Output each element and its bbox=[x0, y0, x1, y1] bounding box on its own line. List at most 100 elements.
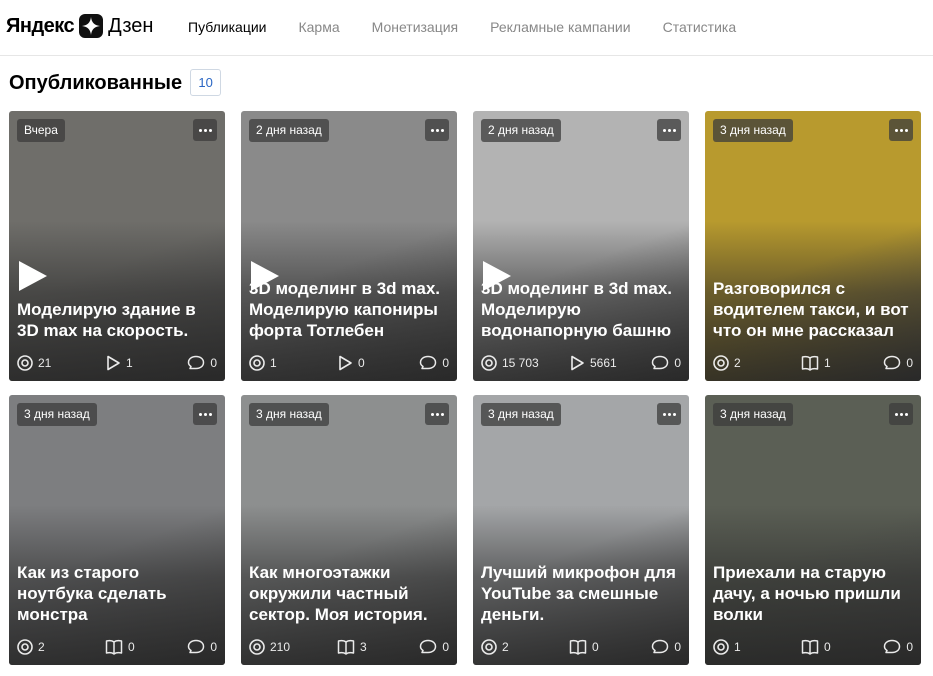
reads-count: 0 bbox=[592, 640, 599, 654]
video-play-icon bbox=[19, 261, 47, 291]
views-stat: 1 bbox=[249, 355, 337, 371]
plays-count: 1 bbox=[126, 356, 133, 370]
yandex-zen-logo[interactable]: Яндекс Дзен bbox=[6, 13, 153, 39]
views-stat: 2 bbox=[481, 639, 569, 655]
card-title: Моделирую здание в 3D max на скорость. bbox=[17, 300, 196, 340]
zen-star-icon bbox=[79, 14, 104, 38]
comments-count: 0 bbox=[442, 356, 449, 370]
dot-icon bbox=[440, 128, 444, 132]
dot-icon bbox=[899, 128, 903, 132]
dot-icon bbox=[894, 128, 898, 132]
main-nav: Публикации Карма Монетизация Рекламные камп… bbox=[188, 18, 768, 36]
views-stat: 21 bbox=[17, 355, 105, 371]
dot-icon bbox=[430, 128, 434, 132]
dot-icon bbox=[894, 412, 898, 416]
dot-icon bbox=[198, 412, 202, 416]
card-more-button[interactable] bbox=[425, 119, 449, 141]
views-count: 1 bbox=[734, 640, 741, 654]
views-stat: 2 bbox=[17, 639, 105, 655]
publication-card[interactable]: 3 дня назад Разговорился с водителем такс… bbox=[705, 111, 921, 381]
publication-card[interactable]: Вчера Моделирую здание в 3D max на скорос… bbox=[9, 111, 225, 381]
card-more-button[interactable] bbox=[657, 119, 681, 141]
card-stats: 15 703 5661 0 bbox=[481, 355, 681, 371]
comments-count: 0 bbox=[210, 356, 217, 370]
card-stats: 2 0 0 bbox=[17, 639, 217, 655]
book-icon bbox=[801, 355, 824, 371]
card-more-button[interactable] bbox=[889, 119, 913, 141]
comments-stat: 0 bbox=[883, 639, 913, 655]
card-more-button[interactable] bbox=[425, 403, 449, 425]
views-count: 210 bbox=[270, 640, 291, 654]
card-stats: 2 1 0 bbox=[713, 355, 913, 371]
publication-card[interactable]: 2 дня назад 3D моделинг в 3d max. Моделир… bbox=[241, 111, 457, 381]
comment-icon bbox=[651, 639, 674, 655]
plays-stat: 5661 bbox=[569, 355, 651, 371]
dot-icon bbox=[208, 128, 212, 132]
comment-icon bbox=[419, 639, 442, 655]
dot-icon bbox=[899, 412, 903, 416]
publication-card[interactable]: 3 дня назад Как многоэтажки окружили част… bbox=[241, 395, 457, 665]
dot-icon bbox=[662, 412, 666, 416]
nav-tab-4[interactable]: Статистика bbox=[663, 18, 737, 36]
card-stats: 21 1 0 bbox=[17, 355, 217, 371]
reads-count: 0 bbox=[128, 640, 135, 654]
card-title: Приехали на старую дачу, а ночью пришли … bbox=[713, 563, 901, 624]
book-icon bbox=[569, 639, 592, 655]
eye-icon bbox=[481, 639, 502, 655]
book-icon bbox=[801, 639, 824, 655]
dot-icon bbox=[672, 412, 676, 416]
card-date-badge: 3 дня назад bbox=[481, 403, 561, 426]
card-title: 3D моделинг в 3d max. Моделирую капониры… bbox=[249, 279, 441, 340]
views-count: 15 703 bbox=[502, 356, 539, 370]
comments-count: 0 bbox=[210, 640, 217, 654]
views-stat: 1 bbox=[713, 639, 801, 655]
reads-stat: 1 bbox=[801, 355, 883, 371]
reads-count: 1 bbox=[824, 356, 831, 370]
plays-count: 0 bbox=[358, 356, 365, 370]
play-outline-icon bbox=[105, 355, 126, 371]
views-count: 2 bbox=[38, 640, 45, 654]
nav-tab-3[interactable]: Рекламные кампании bbox=[490, 18, 630, 36]
plays-count: 5661 bbox=[590, 356, 617, 370]
section-title: Опубликованные bbox=[9, 71, 183, 94]
play-outline-icon bbox=[569, 355, 590, 371]
logo-yandex-text: Яндекс bbox=[6, 14, 75, 37]
publications-grid: Вчера Моделирую здание в 3D max на скорос… bbox=[9, 111, 921, 665]
card-title: Разговорился с водителем такси, и вот чт… bbox=[713, 279, 909, 340]
card-more-button[interactable] bbox=[193, 119, 217, 141]
eye-icon bbox=[17, 355, 38, 371]
card-date-badge: 3 дня назад bbox=[713, 403, 793, 426]
dot-icon bbox=[435, 412, 439, 416]
card-title: Как из старого ноутбука сделать монстра bbox=[17, 563, 167, 624]
eye-icon bbox=[713, 639, 734, 655]
reads-stat: 3 bbox=[337, 639, 419, 655]
comment-icon bbox=[419, 355, 442, 371]
eye-icon bbox=[17, 639, 38, 655]
nav-tab-1[interactable]: Карма bbox=[298, 18, 339, 36]
dot-icon bbox=[904, 128, 908, 132]
comments-stat: 0 bbox=[651, 639, 681, 655]
play-outline-icon bbox=[337, 355, 358, 371]
card-more-button[interactable] bbox=[889, 403, 913, 425]
reads-stat: 0 bbox=[569, 639, 651, 655]
publication-card[interactable]: 2 дня назад 3D моделинг в 3d max. Моделир… bbox=[473, 111, 689, 381]
eye-icon bbox=[713, 355, 734, 371]
card-stats: 210 3 0 bbox=[249, 639, 449, 655]
nav-tab-2[interactable]: Монетизация bbox=[372, 18, 459, 36]
views-stat: 15 703 bbox=[481, 355, 569, 371]
publication-card[interactable]: 3 дня назад Как из старого ноутбука сдела… bbox=[9, 395, 225, 665]
publication-card[interactable]: 3 дня назад Лучший микрофон для YouTube з… bbox=[473, 395, 689, 665]
comments-count: 0 bbox=[906, 356, 913, 370]
card-more-button[interactable] bbox=[657, 403, 681, 425]
dot-icon bbox=[662, 128, 666, 132]
card-more-button[interactable] bbox=[193, 403, 217, 425]
comments-stat: 0 bbox=[883, 355, 913, 371]
nav-tab-0[interactable]: Публикации bbox=[188, 18, 266, 36]
book-icon bbox=[337, 639, 360, 655]
reads-stat: 0 bbox=[105, 639, 187, 655]
publication-card[interactable]: 3 дня назад Приехали на старую дачу, а но… bbox=[705, 395, 921, 665]
dot-icon bbox=[440, 412, 444, 416]
views-count: 1 bbox=[270, 356, 277, 370]
dot-icon bbox=[430, 412, 434, 416]
plays-stat: 1 bbox=[105, 355, 187, 371]
